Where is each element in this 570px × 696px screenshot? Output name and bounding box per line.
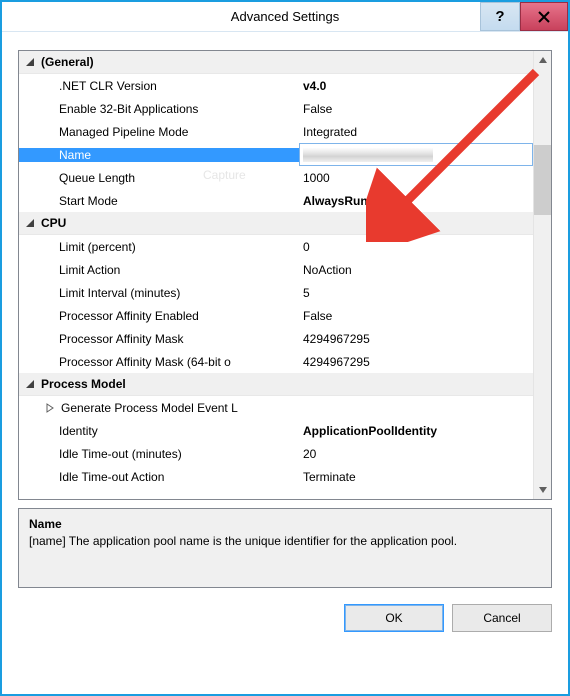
property-value[interactable]: 1000	[299, 171, 533, 185]
cancel-button[interactable]: Cancel	[452, 604, 552, 632]
property-label: .NET CLR Version	[19, 79, 299, 93]
property-row[interactable]: Processor Affinity Mask (64-bit o4294967…	[19, 350, 533, 373]
property-value[interactable]: NoAction	[299, 263, 533, 277]
button-row: OK Cancel	[18, 596, 552, 638]
property-row[interactable]: Managed Pipeline ModeIntegrated	[19, 120, 533, 143]
property-row[interactable]: Idle Time-out ActionTerminate	[19, 465, 533, 488]
property-label: Idle Time-out (minutes)	[19, 447, 299, 461]
property-value[interactable]: 0	[299, 240, 533, 254]
titlebar: Advanced Settings ?	[2, 2, 568, 32]
property-row[interactable]: Limit Interval (minutes)5	[19, 281, 533, 304]
dialog-content: (General).NET CLR Versionv4.0Enable 32-B…	[2, 32, 568, 694]
chevron-up-icon	[539, 57, 547, 63]
property-row[interactable]: Idle Time-out (minutes)20	[19, 442, 533, 465]
property-value[interactable]	[299, 143, 533, 166]
property-row[interactable]: Enable 32-Bit ApplicationsFalse	[19, 97, 533, 120]
property-value[interactable]: False	[299, 309, 533, 323]
property-value[interactable]: 5	[299, 286, 533, 300]
property-grid: (General).NET CLR Versionv4.0Enable 32-B…	[18, 50, 552, 500]
property-row[interactable]: Queue Length1000	[19, 166, 533, 189]
section-title: (General)	[41, 55, 94, 69]
close-icon	[538, 11, 550, 23]
property-label: Generate Process Model Event L	[19, 401, 299, 415]
property-row[interactable]: IdentityApplicationPoolIdentity	[19, 419, 533, 442]
property-label: Identity	[19, 424, 299, 438]
collapse-icon[interactable]	[23, 377, 37, 391]
scroll-track[interactable]	[534, 215, 551, 481]
property-value[interactable]: 20	[299, 447, 533, 461]
property-row[interactable]: Generate Process Model Event L	[19, 396, 533, 419]
expand-icon[interactable]	[43, 401, 57, 415]
property-row[interactable]: Processor Affinity EnabledFalse	[19, 304, 533, 327]
property-label: Enable 32-Bit Applications	[19, 102, 299, 116]
property-grid-rows: (General).NET CLR Versionv4.0Enable 32-B…	[19, 51, 533, 499]
property-row[interactable]: Name	[19, 143, 533, 166]
scroll-thumb[interactable]	[534, 145, 551, 215]
dialog-window: Advanced Settings ? (General) .NET CLR Ve…	[0, 0, 570, 696]
property-value[interactable]: 4294967295	[299, 332, 533, 346]
description-title: Name	[29, 517, 541, 531]
property-label: Limit Action	[19, 263, 299, 277]
window-title: Advanced Settings	[231, 9, 339, 24]
collapse-icon[interactable]	[23, 55, 37, 69]
collapse-icon[interactable]	[23, 216, 37, 230]
description-panel: Name [name] The application pool name is…	[18, 508, 552, 588]
property-row[interactable]: Limit (percent)0	[19, 235, 533, 258]
property-value[interactable]: Terminate	[299, 470, 533, 484]
property-row[interactable]: Start ModeAlwaysRunning	[19, 189, 533, 212]
property-label: Managed Pipeline Mode	[19, 125, 299, 139]
scroll-up-button[interactable]	[534, 51, 551, 69]
property-label: Limit (percent)	[19, 240, 299, 254]
scroll-down-button[interactable]	[534, 481, 551, 499]
property-label: Idle Time-out Action	[19, 470, 299, 484]
property-label: Name	[19, 148, 299, 162]
close-button[interactable]	[520, 2, 568, 31]
property-label: Processor Affinity Enabled	[19, 309, 299, 323]
property-label: Processor Affinity Mask (64-bit o	[19, 355, 299, 369]
property-value[interactable]: v4.0	[299, 79, 533, 93]
redacted-value	[303, 148, 433, 162]
section-header-cpu[interactable]: CPU	[19, 212, 533, 235]
section-header-general[interactable]: (General)	[19, 51, 533, 74]
section-title: Process Model	[41, 377, 126, 391]
section-title: CPU	[41, 216, 66, 230]
property-label: Queue Length	[19, 171, 299, 185]
titlebar-buttons: ?	[480, 2, 568, 31]
property-label: Processor Affinity Mask	[19, 332, 299, 346]
description-text: [name] The application pool name is the …	[29, 533, 541, 550]
property-row[interactable]: Processor Affinity Mask4294967295	[19, 327, 533, 350]
property-label: Start Mode	[19, 194, 299, 208]
vertical-scrollbar[interactable]	[533, 51, 551, 499]
ok-button[interactable]: OK	[344, 604, 444, 632]
property-row[interactable]: Limit ActionNoAction	[19, 258, 533, 281]
property-value[interactable]: 4294967295	[299, 355, 533, 369]
chevron-down-icon	[539, 487, 547, 493]
property-value[interactable]: Integrated	[299, 125, 533, 139]
property-value[interactable]: False	[299, 102, 533, 116]
property-label: Limit Interval (minutes)	[19, 286, 299, 300]
property-value[interactable]: AlwaysRunning	[299, 194, 533, 208]
property-row[interactable]: .NET CLR Versionv4.0	[19, 74, 533, 97]
help-button[interactable]: ?	[480, 2, 520, 31]
section-header-process_model[interactable]: Process Model	[19, 373, 533, 396]
property-value[interactable]: ApplicationPoolIdentity	[299, 424, 533, 438]
